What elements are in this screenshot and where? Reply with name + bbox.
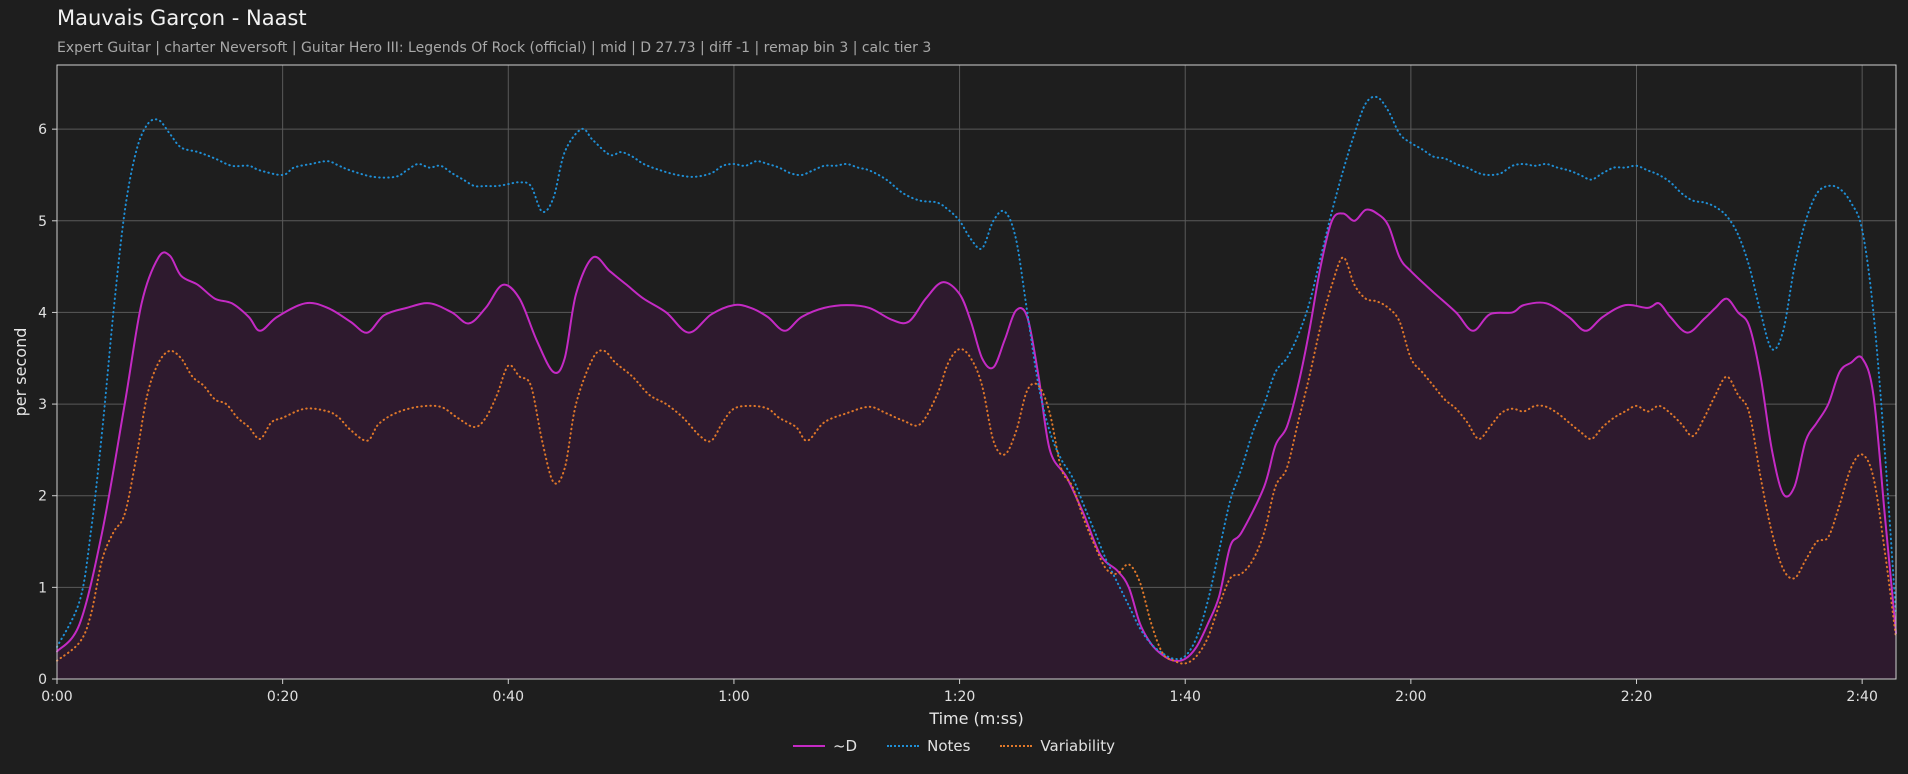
x-tick-label: 0:40 <box>493 689 524 705</box>
legend-swatch-difficulty <box>792 745 825 747</box>
y-tick-label: 4 <box>38 305 47 321</box>
x-axis-label: Time (m:ss) <box>928 709 1023 728</box>
legend-label-difficulty: ~D <box>832 737 858 755</box>
y-tick-label: 6 <box>38 122 47 138</box>
x-tick-label: 2:40 <box>1846 689 1877 705</box>
x-tick-label: 2:20 <box>1621 689 1652 705</box>
x-tick-label: 1:20 <box>944 689 975 705</box>
x-tick-label: 2:00 <box>1395 689 1426 705</box>
y-tick-label: 3 <box>38 397 47 413</box>
legend-item-notes: Notes <box>887 737 970 755</box>
legend-swatch-variability <box>1000 745 1033 747</box>
legend-item-difficulty: ~D <box>792 737 858 755</box>
legend: ~D Notes Variability <box>0 737 1908 755</box>
y-axis-label: per second <box>11 328 30 417</box>
y-tick-label: 5 <box>38 214 47 230</box>
y-tick-label: 1 <box>38 580 47 596</box>
y-tick-label: 0 <box>38 672 47 688</box>
x-tick-label: 1:00 <box>718 689 749 705</box>
x-tick-label: 0:00 <box>41 689 72 705</box>
legend-label-variability: Variability <box>1040 737 1116 755</box>
chart-svg: 0:00 0:20 0:40 1:00 1:20 1:40 2:00 2:20 2:40 0 1 2 3… <box>11 64 1897 728</box>
y-tick-label: 2 <box>38 489 47 505</box>
legend-item-variability: Variability <box>1000 737 1115 755</box>
legend-swatch-notes <box>887 745 920 747</box>
legend-label-notes: Notes <box>927 737 971 755</box>
x-tick-label: 0:20 <box>267 689 298 705</box>
x-tick-label: 1:40 <box>1169 689 1200 705</box>
